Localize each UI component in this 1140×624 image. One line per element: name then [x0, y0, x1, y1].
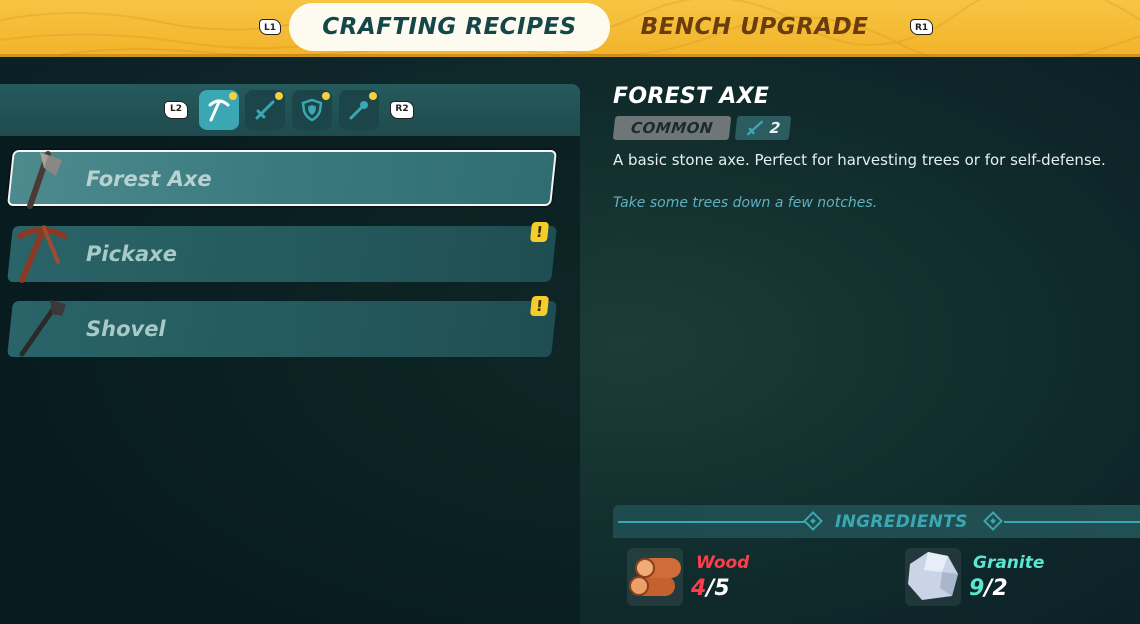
- tab-bench-upgrade[interactable]: BENCH UPGRADE: [622, 3, 887, 51]
- power-badge: 2: [734, 116, 792, 140]
- l2-button-hint[interactable]: L2: [164, 101, 188, 119]
- need-count: /5: [706, 576, 730, 601]
- item-flavor-text: Take some trees down a few notches.: [613, 195, 878, 211]
- torch-icon: [349, 101, 368, 120]
- ingredient-name-wood: Wood: [696, 553, 750, 573]
- recipe-label-shovel: Shovel: [86, 317, 166, 341]
- sword-icon: [746, 120, 763, 136]
- ingredient-count-granite: 9/2: [969, 576, 1008, 601]
- l1-button-hint[interactable]: L1: [259, 19, 281, 35]
- shield-icon: [301, 98, 323, 122]
- recipe-label-forest-axe: Forest Axe: [86, 167, 212, 191]
- tab-crafting-recipes[interactable]: CRAFTING RECIPES: [289, 3, 610, 51]
- category-armor[interactable]: [292, 90, 332, 130]
- item-title: FOREST AXE: [613, 84, 770, 109]
- pickaxe-icon: [17, 225, 67, 283]
- category-bar: [0, 84, 580, 136]
- wood-logs-icon: [629, 558, 681, 596]
- sword-icon: [255, 100, 275, 120]
- notification-dot: [369, 92, 377, 100]
- need-count: /2: [984, 576, 1008, 601]
- ingredients-title: INGREDIENTS: [835, 512, 968, 532]
- recipe-label-pickaxe: Pickaxe: [86, 242, 177, 266]
- have-count: 4: [691, 576, 707, 601]
- have-count: 9: [969, 576, 985, 601]
- ingredient-count-wood: 4/5: [691, 576, 730, 601]
- divider: [1004, 521, 1140, 523]
- r1-button-hint[interactable]: R1: [910, 19, 934, 35]
- rarity-badge: COMMON: [612, 116, 732, 140]
- shovel-icon: [19, 300, 66, 357]
- pickaxe-icon: [208, 99, 230, 122]
- item-description: A basic stone axe. Perfect for harvestin…: [613, 151, 1106, 169]
- granite-icon: [908, 552, 958, 600]
- axe-icon: [27, 151, 62, 209]
- new-recipe-alert-badge: !: [529, 222, 550, 242]
- category-weapons[interactable]: [245, 90, 285, 130]
- notification-dot: [322, 92, 330, 100]
- notification-dot: [275, 92, 283, 100]
- category-utility[interactable]: [339, 90, 379, 130]
- new-recipe-alert-badge: !: [529, 296, 550, 316]
- power-value: 2: [768, 119, 782, 137]
- r2-button-hint[interactable]: R2: [390, 101, 414, 119]
- ingredient-name-granite: Granite: [973, 553, 1045, 573]
- divider: [618, 521, 806, 523]
- notification-dot: [229, 92, 237, 100]
- category-tools[interactable]: [199, 90, 239, 130]
